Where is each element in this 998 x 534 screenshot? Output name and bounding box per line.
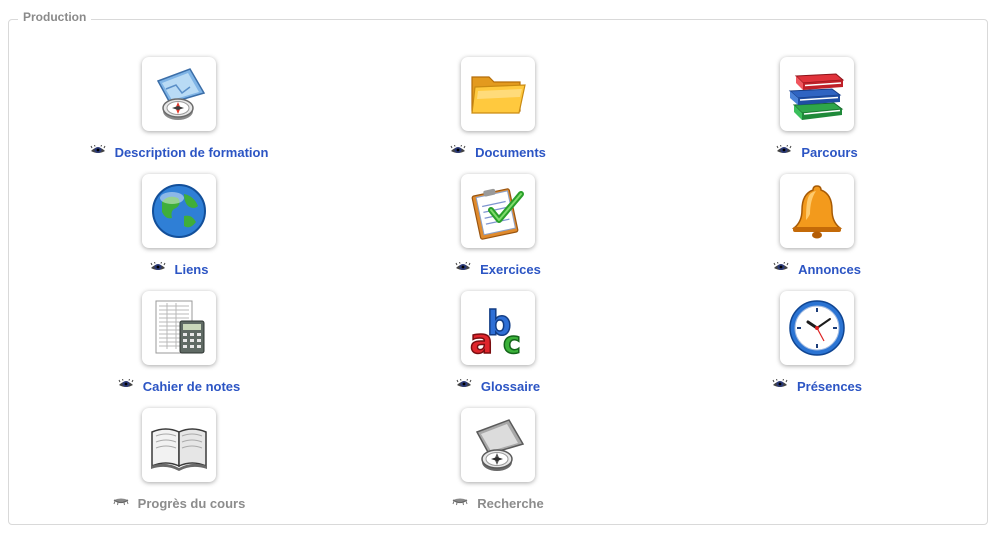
visibility-eye-closed-icon[interactable] <box>113 494 129 509</box>
tool-liens: Liens <box>49 174 309 284</box>
tool-progres-link[interactable]: Progrès du cours <box>138 496 246 511</box>
compass-search-icon <box>475 419 525 471</box>
tool-progres-label: Progrès du cours <box>49 494 309 511</box>
tool-documents-label: Documents <box>368 143 628 160</box>
abc-letters-icon: a b c <box>469 303 521 359</box>
tool-presences-icon-button[interactable] <box>780 291 854 365</box>
tool-presences-label: Présences <box>687 377 947 394</box>
tool-recherche-link[interactable]: Recherche <box>477 496 543 511</box>
tool-annonces-link[interactable]: Annonces <box>798 262 861 277</box>
tool-cahier: Cahier de notes <box>49 291 309 401</box>
tool-description: Description de formation <box>49 57 309 167</box>
tool-parcours-label: Parcours <box>687 143 947 160</box>
tool-glossaire-link[interactable]: Glossaire <box>481 379 540 394</box>
open-book-icon <box>151 428 207 471</box>
tool-recherche-icon-button[interactable] <box>461 408 535 482</box>
visibility-eye-icon[interactable] <box>773 260 789 275</box>
folder-icon <box>471 76 526 114</box>
visibility-eye-icon[interactable] <box>118 377 134 392</box>
tool-annonces: Annonces <box>687 174 947 284</box>
tool-description-icon-button[interactable] <box>142 57 216 131</box>
tool-liens-label: Liens <box>49 260 309 277</box>
tool-cahier-link[interactable]: Cahier de notes <box>143 379 241 394</box>
tool-exercices-icon-button[interactable] <box>461 174 535 248</box>
visibility-eye-icon[interactable] <box>776 143 792 158</box>
tool-cahier-label: Cahier de notes <box>49 377 309 394</box>
visibility-eye-icon[interactable] <box>772 377 788 392</box>
tool-progres: Progrès du cours <box>49 408 309 518</box>
section-legend: Production <box>18 10 92 24</box>
tool-progres-icon-button[interactable] <box>142 408 216 482</box>
tool-exercices: Exercices <box>368 174 628 284</box>
bell-icon <box>791 185 843 239</box>
svg-text:c: c <box>503 326 521 359</box>
tool-annonces-icon-button[interactable] <box>780 174 854 248</box>
tool-glossaire-icon-button[interactable]: a b c <box>461 291 535 365</box>
compass-map-icon <box>156 68 206 120</box>
books-icon <box>788 73 845 120</box>
tool-documents: Documents <box>368 57 628 167</box>
visibility-eye-closed-icon[interactable] <box>452 494 468 509</box>
tool-annonces-label: Annonces <box>687 260 947 277</box>
tool-parcours: Parcours <box>687 57 947 167</box>
checklist-icon <box>471 188 524 240</box>
tool-description-link[interactable]: Description de formation <box>115 145 269 160</box>
tool-liens-link[interactable]: Liens <box>175 262 209 277</box>
clock-icon <box>789 300 845 356</box>
tool-exercices-label: Exercices <box>368 260 628 277</box>
tool-glossaire-label: Glossaire <box>368 377 628 394</box>
visibility-eye-icon[interactable] <box>455 260 471 275</box>
visibility-eye-icon[interactable] <box>456 377 472 392</box>
visibility-eye-icon[interactable] <box>450 143 466 158</box>
tool-documents-icon-button[interactable] <box>461 57 535 131</box>
tool-documents-link[interactable]: Documents <box>475 145 546 160</box>
visibility-eye-icon[interactable] <box>90 143 106 158</box>
tool-description-label: Description de formation <box>49 143 309 160</box>
tool-cahier-icon-button[interactable] <box>142 291 216 365</box>
tool-glossaire: a b c Glossaire <box>368 291 628 401</box>
tool-parcours-link[interactable]: Parcours <box>801 145 857 160</box>
visibility-eye-icon[interactable] <box>150 260 166 275</box>
tool-parcours-icon-button[interactable] <box>780 57 854 131</box>
calculator-sheet-icon <box>155 300 205 354</box>
tool-exercices-link[interactable]: Exercices <box>480 262 541 277</box>
tool-recherche: Recherche <box>368 408 628 518</box>
tool-presences: Présences <box>687 291 947 401</box>
tool-liens-icon-button[interactable] <box>142 174 216 248</box>
tool-recherche-label: Recherche <box>368 494 628 511</box>
tool-presences-link[interactable]: Présences <box>797 379 862 394</box>
globe-icon <box>152 184 206 238</box>
